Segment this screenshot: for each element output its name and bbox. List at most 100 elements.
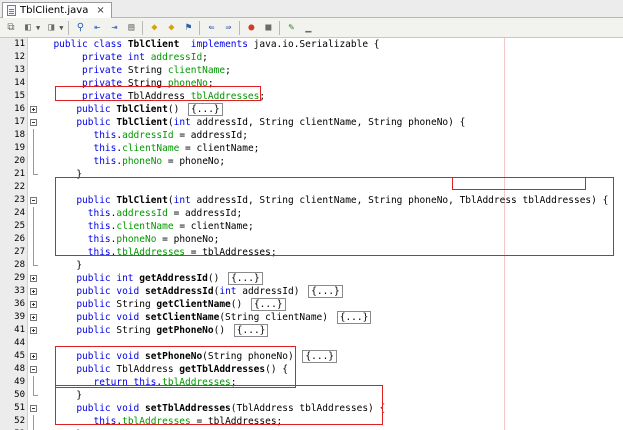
code-text: this.tblAddresses = tblAddresses; <box>87 247 277 258</box>
code-line[interactable]: 11 public class TblClient implements jav… <box>0 38 623 51</box>
code-line[interactable]: 49 return this.tblAddresses; <box>0 376 623 389</box>
forward-dropdown-icon[interactable]: ▼ <box>59 24 63 32</box>
line-number: 50 <box>14 390 25 400</box>
back-dropdown-icon[interactable]: ▼ <box>36 24 40 32</box>
expand-fold-icon[interactable] <box>30 301 37 308</box>
code-line[interactable]: 14 private String phoneNo; <box>0 77 623 90</box>
code-line[interactable]: 19 this.clientName = clientName; <box>0 142 623 155</box>
uncomment-icon[interactable]: ▁ <box>301 21 315 35</box>
code-text: this.clientName = clientName; <box>87 221 254 232</box>
expand-fold-icon[interactable] <box>30 314 37 321</box>
collapse-fold-icon[interactable] <box>30 119 37 126</box>
line-number: 22 <box>14 182 25 192</box>
prev-bookmark-icon[interactable]: ◆ <box>147 21 161 35</box>
code-line[interactable]: 51 public void setTblAddresses(TblAddres… <box>0 402 623 415</box>
code-line[interactable]: 39 public void setClientName(String clie… <box>0 311 623 324</box>
code-line[interactable]: 26 this.phoneNo = phoneNo; <box>0 233 623 246</box>
collapsed-block[interactable]: {...} <box>188 103 223 116</box>
code-text: public TblClient() {...} <box>42 103 223 116</box>
back-icon[interactable]: ◧ <box>21 21 35 35</box>
code-line[interactable]: 21 } <box>0 168 623 181</box>
line-number: 20 <box>14 156 25 166</box>
collapsed-block[interactable]: {...} <box>228 272 263 285</box>
expand-fold-icon[interactable] <box>30 288 37 295</box>
history-icon[interactable]: ⧉ <box>4 21 18 35</box>
code-line[interactable]: 45 public void setPhoneNo(String phoneNo… <box>0 350 623 363</box>
line-number: 28 <box>14 260 25 270</box>
code-text: public void setPhoneNo(String phoneNo) {… <box>42 350 338 363</box>
code-text: this.addressId = addressId; <box>87 208 243 219</box>
code-text: public String getClientName() {...} <box>42 298 286 311</box>
line-number: 48 <box>14 364 25 374</box>
collapsed-block[interactable]: {...} <box>250 298 286 311</box>
expand-fold-icon[interactable] <box>30 106 37 113</box>
code-text: this.phoneNo = phoneNo; <box>87 234 220 245</box>
code-line[interactable]: 29 public int getAddressId() {...} <box>0 272 623 285</box>
toolbar-separator <box>239 20 241 35</box>
toolbar-separator <box>68 20 70 35</box>
code-line[interactable]: 41 public String getPhoneNo() {...} <box>0 324 623 337</box>
collapse-fold-icon[interactable] <box>30 405 37 412</box>
line-number: 16 <box>14 104 25 114</box>
code-text: public TblAddress getTblAddresses() { <box>76 364 288 375</box>
code-text: private int addressId; <box>82 52 208 63</box>
code-line[interactable]: 28 } <box>0 259 623 272</box>
expand-fold-icon[interactable] <box>30 275 37 282</box>
close-tab-icon[interactable]: × <box>96 5 104 16</box>
code-line[interactable]: 12 private int addressId; <box>0 51 623 64</box>
code-line[interactable]: 15 private TblAddress tblAddresses; <box>0 90 623 103</box>
comment-icon[interactable]: ✎ <box>284 21 298 35</box>
code-text: public void setAddressId(int addressId) … <box>42 285 343 298</box>
toggle-bookmark-icon[interactable]: ⚑ <box>181 21 195 35</box>
fold-guide <box>33 207 34 220</box>
find-icon[interactable]: ⚲ <box>73 21 87 35</box>
code-line[interactable]: 17 public TblClient(int addressId, Strin… <box>0 116 623 129</box>
collapse-fold-icon[interactable] <box>30 197 37 204</box>
code-line[interactable]: 25 this.clientName = clientName; <box>0 220 623 233</box>
line-number: 18 <box>14 130 25 140</box>
stop-macro-icon[interactable]: ■ <box>261 21 275 35</box>
collapsed-block[interactable]: {...} <box>233 324 269 337</box>
code-line[interactable]: 22 <box>0 181 623 194</box>
code-line[interactable]: 36 public String getClientName() {...} <box>0 298 623 311</box>
collapse-fold-icon[interactable] <box>30 366 37 373</box>
code-line[interactable]: 50 } <box>0 389 623 402</box>
code-line[interactable]: 44 <box>0 337 623 350</box>
shift-left-icon[interactable]: ⇚ <box>204 21 218 35</box>
toggle-highlight-icon[interactable]: ▤ <box>124 21 138 35</box>
record-macro-icon[interactable]: ● <box>244 21 258 35</box>
fold-guide <box>33 142 34 155</box>
shift-right-icon[interactable]: ⇛ <box>221 21 235 35</box>
line-number: 12 <box>14 52 25 62</box>
find-prev-icon[interactable]: ⇤ <box>90 21 104 35</box>
code-line[interactable]: 24 this.addressId = addressId; <box>0 207 623 220</box>
line-number: 44 <box>14 338 25 348</box>
code-line[interactable]: 48 public TblAddress getTblAddresses() { <box>0 363 623 376</box>
collapsed-block[interactable]: {...} <box>336 311 372 324</box>
fold-end-guide <box>33 389 38 396</box>
code-line[interactable]: 16 public TblClient() {...} <box>0 103 623 116</box>
expand-fold-icon[interactable] <box>30 327 37 334</box>
forward-icon[interactable]: ◨ <box>44 21 58 35</box>
fold-guide <box>33 376 34 389</box>
collapsed-block[interactable]: {...} <box>302 350 338 363</box>
collapsed-block[interactable]: {...} <box>308 285 343 298</box>
code-editor[interactable]: 11 public class TblClient implements jav… <box>0 38 623 430</box>
code-line[interactable]: 52 this.tblAddresses = tblAddresses; <box>0 415 623 428</box>
code-text: public void setClientName(String clientN… <box>42 311 372 324</box>
code-line[interactable]: 13 private String clientName; <box>0 64 623 77</box>
find-next-icon[interactable]: ⇥ <box>107 21 121 35</box>
code-line[interactable]: 33 public void setAddressId(int addressI… <box>0 285 623 298</box>
code-text: this.clientName = clientName; <box>93 143 260 154</box>
code-line[interactable]: 23 public TblClient(int addressId, Strin… <box>0 194 623 207</box>
line-number: 15 <box>14 91 25 101</box>
tab-tblclient-java[interactable]: TblClient.java × <box>2 2 112 18</box>
code-line[interactable]: 18 this.addressId = addressId; <box>0 129 623 142</box>
expand-fold-icon[interactable] <box>30 353 37 360</box>
code-text: public TblClient(int addressId, String c… <box>76 117 466 128</box>
line-number: 41 <box>14 325 25 335</box>
code-line[interactable]: 27 this.tblAddresses = tblAddresses; <box>0 246 623 259</box>
code-line[interactable]: 20 this.phoneNo = phoneNo; <box>0 155 623 168</box>
next-bookmark-icon[interactable]: ◆ <box>164 21 178 35</box>
fold-guide <box>33 129 34 142</box>
